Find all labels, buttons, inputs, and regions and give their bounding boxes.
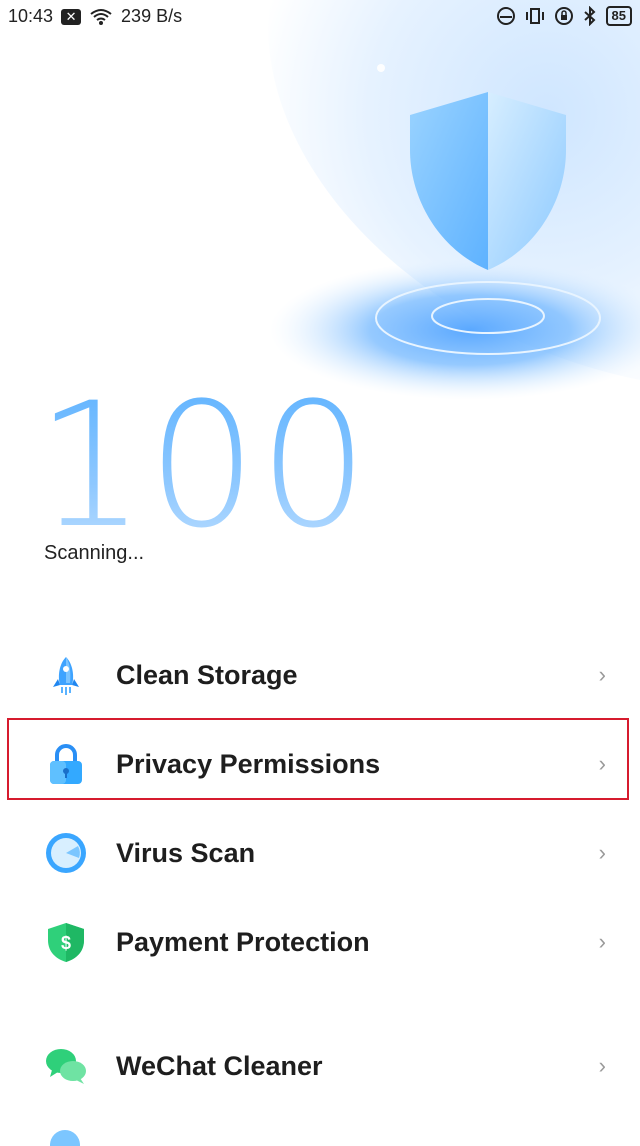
alarm-lock-icon: [554, 7, 573, 25]
scan-status: Scanning...: [44, 542, 145, 564]
menu-item-label: Clean Storage: [116, 659, 298, 690]
next-item-icon-partial: [50, 1130, 80, 1146]
vibrate-icon: [525, 8, 544, 24]
radar-icon: [46, 833, 86, 873]
bluetooth-icon: [583, 6, 595, 26]
menu-item-wechat-cleaner[interactable]: WeChat Cleaner ›: [0, 1022, 640, 1110]
menu-item-label: Payment Protection: [116, 926, 370, 957]
network-speed: 239 B/s: [121, 6, 183, 26]
wifi-icon: [90, 8, 112, 25]
hero-illustration: [268, 0, 640, 400]
menu-item-payment-protection[interactable]: $ Payment Protection ›: [0, 898, 640, 986]
chevron-right-icon: ›: [598, 929, 606, 954]
svg-text:$: $: [61, 933, 71, 953]
battery-icon: 85: [605, 6, 632, 26]
menu-item-label: WeChat Cleaner: [116, 1050, 323, 1081]
menu-item-virus-scan[interactable]: Virus Scan ›: [0, 809, 640, 897]
chevron-right-icon: ›: [598, 1053, 606, 1078]
face-icon: [496, 7, 515, 25]
menu-item-clean-storage[interactable]: Clean Storage ›: [0, 631, 640, 719]
notification-x-icon: ✕: [61, 8, 82, 25]
hero-background: [0, 0, 640, 420]
selection-highlight: [7, 718, 629, 800]
status-bar: 10:43 ✕ 239 B/s 85: [0, 0, 640, 34]
security-score: 100: [36, 365, 371, 566]
chevron-right-icon: ›: [598, 662, 606, 687]
chat-bubbles-icon: [46, 1049, 86, 1084]
shield-dollar-icon: $: [48, 923, 84, 962]
rocket-icon: [53, 657, 79, 695]
menu-item-label: Virus Scan: [116, 837, 256, 868]
chevron-right-icon: ›: [598, 840, 606, 865]
status-time: 10:43: [8, 6, 54, 26]
